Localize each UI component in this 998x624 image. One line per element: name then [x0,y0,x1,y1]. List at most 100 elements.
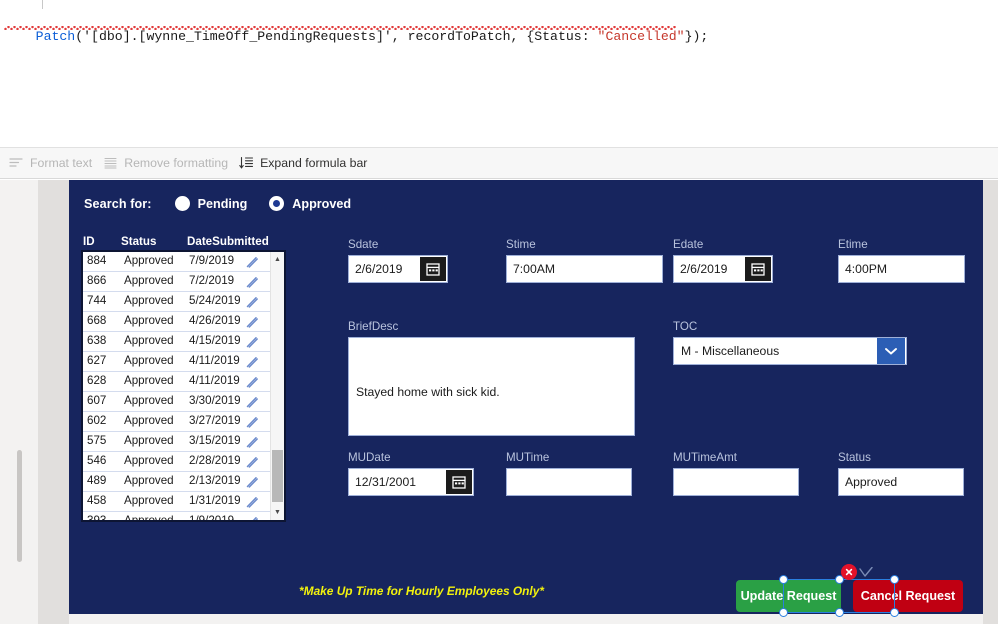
gallery-cell-date: 4/15/2019 [189,334,241,347]
stime-input[interactable]: 7:00AM [506,255,663,283]
radio-approved[interactable]: Approved [269,196,351,211]
field-mutimeamt: MUTimeAmt [673,451,799,496]
gallery-cell-id: 602 [87,414,107,427]
edit-pencil-icon[interactable] [245,415,259,429]
gallery-row[interactable]: 607 Approved 3/30/2019 [83,392,270,412]
formula-code-text[interactable]: Patch('[dbo].[wynne_TimeOff_PendingReque… [4,11,709,62]
gallery-cell-status: Approved [124,374,174,387]
gallery-header-id: ID [83,235,95,248]
gallery-cell-status: Approved [124,494,174,507]
edit-pencil-icon[interactable] [245,255,259,269]
designer-vertical-scrollbar[interactable] [10,180,28,624]
gallery-cell-id: 458 [87,494,107,507]
gallery-row[interactable]: 546 Approved 2/28/2019 [83,452,270,472]
gallery-row[interactable]: 884 Approved 7/9/2019 [83,252,270,272]
toc-dropdown[interactable]: M - Miscellaneous [673,337,907,365]
briefdesc-input[interactable]: Stayed home with sick kid. [348,337,635,436]
canvas-gutter-left [38,180,69,624]
edit-pencil-icon[interactable] [245,275,259,289]
formula-token-function: Patch [35,29,76,44]
sdate-input[interactable]: 2/6/2019 [348,255,448,283]
edit-pencil-icon[interactable] [245,495,259,509]
mudate-input[interactable]: 12/31/2001 [348,468,474,496]
gallery-cell-date: 3/15/2019 [189,434,241,447]
gallery-row[interactable]: 489 Approved 2/13/2019 [83,472,270,492]
gallery-row[interactable]: 393 Approved 1/9/2019 [83,512,270,522]
gallery-row[interactable]: 638 Approved 4/15/2019 [83,332,270,352]
gallery-row[interactable]: 458 Approved 1/31/2019 [83,492,270,512]
gallery-row[interactable]: 866 Approved 7/2/2019 [83,272,270,292]
field-mudate-label: MUDate [348,451,391,464]
gallery-cell-id: 884 [87,254,107,267]
search-for-row: Search for: Pending Approved [84,196,351,211]
mutime-input[interactable] [506,468,632,496]
gallery-scroll-up-icon[interactable]: ▲ [271,253,284,266]
field-etime-label: Etime [838,238,868,251]
gallery-cell-date: 5/24/2019 [189,294,241,307]
field-mutime-label: MUTime [506,451,550,464]
edit-pencil-icon[interactable] [245,435,259,449]
field-mutimeamt-label: MUTimeAmt [673,451,737,464]
gallery-cell-status: Approved [124,254,174,267]
requests-gallery[interactable]: 884 Approved 7/9/2019 866 Approved 7/2/2019 74… [81,250,286,522]
gallery-cell-status: Approved [124,474,174,487]
formula-toolbar: Format text Remove formatting Expand for… [0,147,998,179]
gallery-scroll-down-icon[interactable]: ▼ [271,506,284,519]
gallery-row[interactable]: 627 Approved 4/11/2019 [83,352,270,372]
gallery-cell-id: 393 [87,514,107,522]
gallery-scrollbar-thumb[interactable] [272,450,283,502]
formula-bar-editor[interactable]: Patch('[dbo].[wynne_TimeOff_PendingReque… [0,0,998,147]
error-badge-icon[interactable] [841,564,857,580]
gallery-cell-date: 7/2/2019 [189,274,235,287]
remove-formatting-button[interactable]: Remove formatting [101,151,237,175]
edate-input[interactable]: 2/6/2019 [673,255,773,283]
search-for-label: Search for: [84,196,152,211]
gallery-row[interactable]: 602 Approved 3/27/2019 [83,412,270,432]
edit-pencil-icon[interactable] [245,515,259,520]
calendar-icon[interactable] [745,257,771,281]
field-status-label: Status [838,451,871,464]
gallery-cell-date: 7/9/2019 [189,254,235,267]
radio-pending[interactable]: Pending [174,196,247,211]
sdate-value: 2/6/2019 [355,262,403,276]
calendar-icon[interactable] [420,257,446,281]
designer-scrollbar-thumb[interactable] [17,450,22,562]
format-text-label: Format text [30,156,93,170]
radio-pending-dot[interactable] [174,196,190,211]
mutimeamt-input[interactable] [673,468,799,496]
edit-pencil-icon[interactable] [245,335,259,349]
mudate-value: 12/31/2001 [355,475,416,489]
etime-input[interactable]: 4:00PM [838,255,965,283]
gallery-row[interactable]: 744 Approved 5/24/2019 [83,292,270,312]
edit-pencil-icon[interactable] [245,395,259,409]
edit-pencil-icon[interactable] [245,315,259,329]
update-request-button[interactable]: Update Request [736,580,841,612]
editor-caret-tick [42,0,43,9]
remove-formatting-icon [103,156,118,170]
edit-pencil-icon[interactable] [245,455,259,469]
edit-pencil-icon[interactable] [245,475,259,489]
cancel-request-button[interactable]: Cancel Request [853,580,963,612]
gallery-header-date: DateSubmitted [187,235,269,248]
format-text-button[interactable]: Format text [7,151,101,175]
expand-formula-bar-button[interactable]: Expand formula bar [237,151,376,175]
gallery-cell-id: 668 [87,314,107,327]
gallery-cell-date: 2/28/2019 [189,454,241,467]
status-input[interactable]: Approved [838,468,964,496]
edit-pencil-icon[interactable] [245,295,259,309]
gallery-cell-date: 4/11/2019 [189,374,240,387]
toc-value: M - Miscellaneous [681,344,780,358]
gallery-scrollbar[interactable]: ▲ ▼ [270,252,284,520]
edit-pencil-icon[interactable] [245,355,259,369]
gallery-row[interactable]: 628 Approved 4/11/2019 [83,372,270,392]
calendar-icon[interactable] [446,470,472,494]
gallery-row[interactable]: 668 Approved 4/26/2019 [83,312,270,332]
edit-pencil-icon[interactable] [245,375,259,389]
gallery-cell-date: 2/13/2019 [189,474,241,487]
edate-value: 2/6/2019 [680,262,728,276]
gallery-cell-status: Approved [124,334,174,347]
chevron-down-icon[interactable] [877,338,905,364]
gallery-row[interactable]: 575 Approved 3/15/2019 [83,432,270,452]
radio-approved-dot[interactable] [269,196,285,211]
gallery-cell-date: 1/31/2019 [189,494,241,507]
